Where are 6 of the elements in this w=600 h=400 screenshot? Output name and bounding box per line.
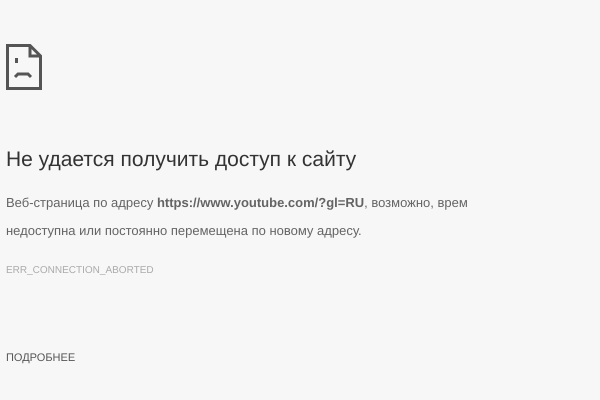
error-message: Веб-страница по адресу https://www.youtube.com/?gl=RU, возможно, врем [6,194,468,212]
error-code: ERR_CONNECTION_ABORTED [6,264,154,278]
error-heading: Не удается получить доступ к сайту [6,147,358,173]
sad-page-icon [6,44,42,90]
details-button[interactable]: ПОДРОБНЕЕ [6,350,76,366]
error-message: недоступна или постоянно перемещена по новому адресу. [6,222,362,240]
